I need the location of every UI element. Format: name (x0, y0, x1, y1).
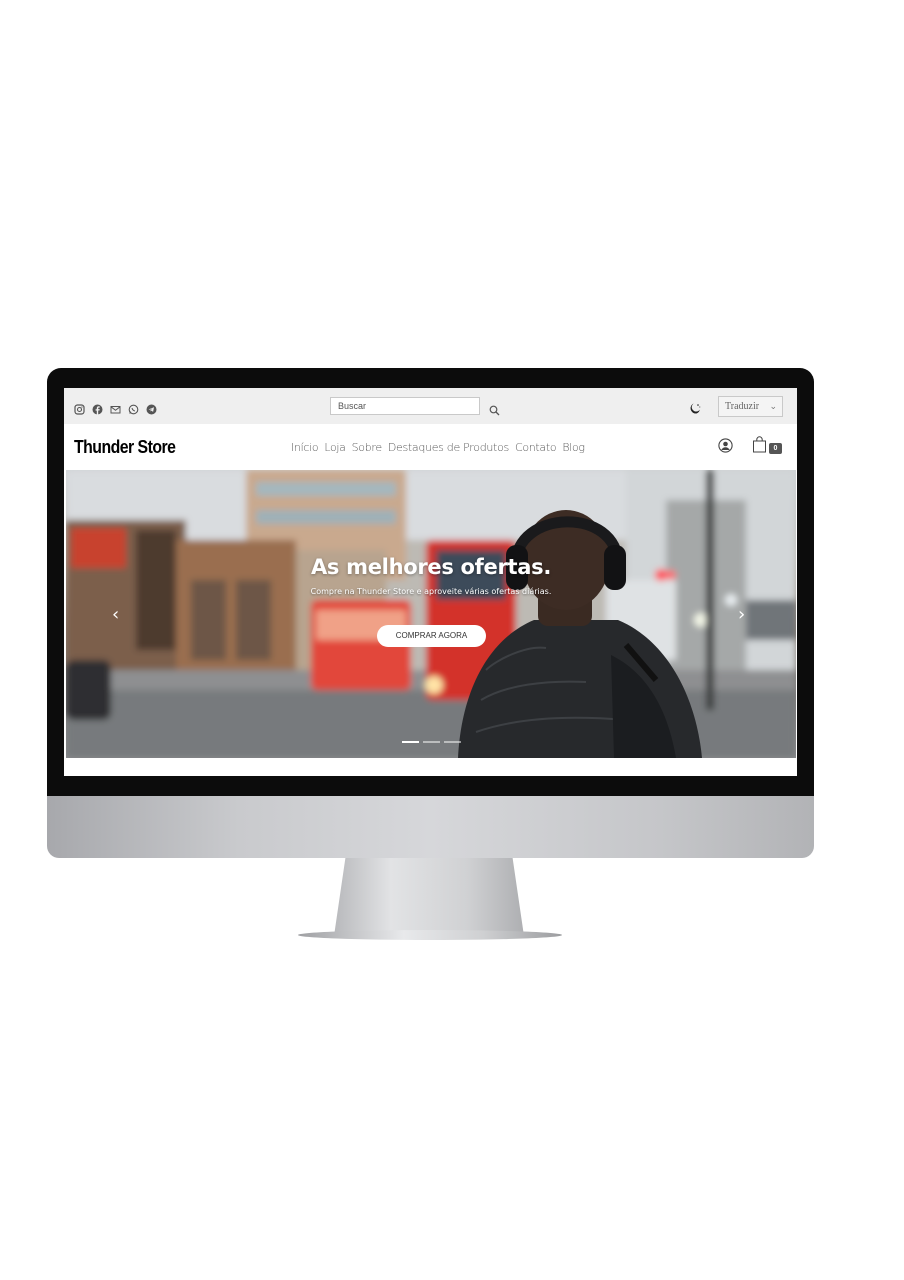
desktop-monitor: Buscar Traduzir ⌄ Thunder Store Início L… (47, 368, 814, 940)
buy-now-button[interactable]: COMPRAR AGORA (377, 625, 486, 647)
menu-item-destaques[interactable]: Destaques de Produtos (388, 441, 509, 454)
carousel-prev-arrow-icon[interactable]: ‹ (112, 604, 119, 625)
carousel-dot[interactable] (402, 741, 419, 743)
email-icon[interactable] (110, 400, 121, 414)
main-navbar: Thunder Store Início Loja Sobre Destaque… (64, 424, 797, 470)
hero-background-image (66, 470, 796, 758)
main-menu: Início Loja Sobre Destaques de Produtos … (291, 441, 585, 454)
cart-count-badge: 0 (769, 443, 782, 454)
carousel-next-arrow-icon[interactable]: › (738, 604, 745, 625)
hero-title: As melhores ofertas. (310, 555, 552, 579)
carousel-dot[interactable] (444, 741, 461, 743)
translate-select[interactable]: Traduzir ⌄ (718, 396, 783, 417)
monitor-stand (334, 858, 524, 936)
menu-item-loja[interactable]: Loja (324, 441, 346, 454)
top-bar: Buscar Traduzir ⌄ (64, 388, 797, 424)
store-logo[interactable]: Thunder Store (74, 437, 176, 458)
hero-subtitle: Compre na Thunder Store e aproveite vári… (310, 587, 552, 596)
telegram-icon[interactable] (146, 400, 157, 415)
carousel-indicators (402, 741, 461, 743)
menu-item-inicio[interactable]: Início (291, 441, 319, 454)
shopping-bag-icon[interactable] (752, 436, 767, 453)
carousel-dot[interactable] (423, 741, 440, 743)
translate-label: Traduzir (725, 401, 760, 412)
hero-carousel: As melhores ofertas. Compre na Thunder S… (66, 470, 796, 758)
menu-item-sobre[interactable]: Sobre (352, 441, 383, 454)
user-account-icon[interactable] (718, 438, 733, 453)
monitor-chin (47, 796, 814, 858)
monitor-bezel: Buscar Traduzir ⌄ Thunder Store Início L… (47, 368, 814, 796)
website-screen: Buscar Traduzir ⌄ Thunder Store Início L… (64, 388, 797, 776)
monitor-stand-base (298, 930, 562, 940)
dark-mode-toggle-icon[interactable] (688, 400, 701, 414)
search-input[interactable]: Buscar (330, 397, 480, 415)
whatsapp-icon[interactable] (128, 400, 139, 415)
social-links (74, 400, 157, 415)
menu-item-blog[interactable]: Blog (562, 441, 585, 454)
instagram-icon[interactable] (74, 400, 85, 415)
facebook-icon[interactable] (92, 400, 103, 415)
chevron-down-icon: ⌄ (769, 401, 777, 411)
menu-item-contato[interactable]: Contato (515, 441, 557, 454)
search-icon[interactable] (489, 401, 500, 416)
